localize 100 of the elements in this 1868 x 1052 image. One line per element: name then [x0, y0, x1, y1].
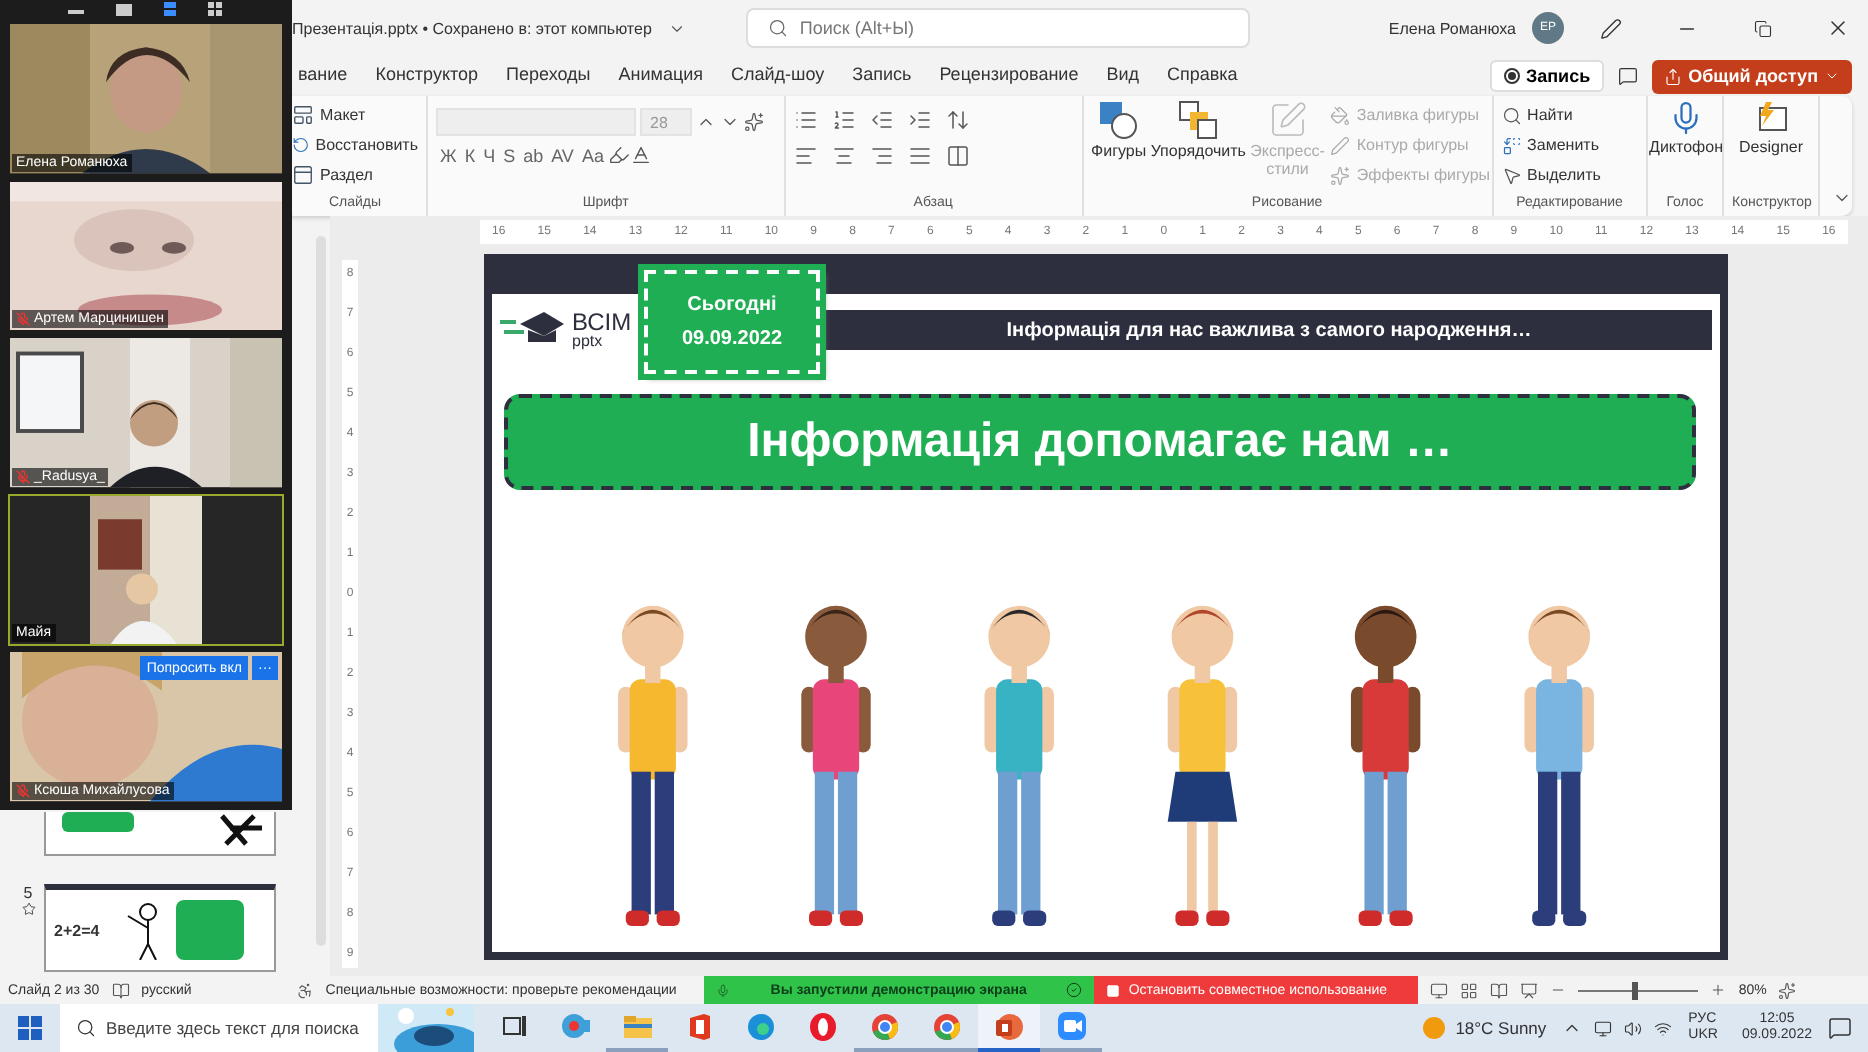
restore-icon [1753, 19, 1771, 37]
numbering-icon [831, 108, 856, 132]
sorter-view-icon [1460, 981, 1479, 999]
strip-view-icon[interactable] [164, 1, 176, 17]
share-icon [1664, 67, 1683, 85]
font-style-button[interactable]: ab [519, 145, 548, 165]
date-text: 09.09.2022 [681, 328, 783, 350]
minimize-icon[interactable] [68, 5, 84, 13]
font-style-button[interactable]: К [460, 145, 480, 165]
fit-slide-icon [1778, 981, 1797, 999]
wifi-icon [1654, 1019, 1673, 1037]
sun-icon [1421, 1016, 1446, 1040]
caret-icon [1824, 68, 1840, 84]
zoom-in-icon [1710, 982, 1727, 998]
ribbon-tab[interactable]: Вид [1092, 56, 1153, 96]
microphone-icon [1668, 100, 1704, 136]
outdent-icon [869, 108, 894, 132]
ribbon-tab[interactable]: Справка [1153, 56, 1252, 96]
record-button[interactable]: Запись [1489, 60, 1605, 92]
ribbon-tab[interactable]: вание [284, 56, 362, 96]
font-style-button[interactable]: Ж [436, 145, 461, 165]
ribbon-command[interactable]: Выделить [1501, 160, 1638, 190]
quick-styles-icon [1267, 100, 1308, 140]
document-title: Презентація.pptx • Сохранено в: этот компьютер [292, 19, 652, 37]
search-icon [1501, 105, 1522, 125]
highlighter-icon [607, 144, 630, 166]
stop-icon [1106, 983, 1121, 997]
check-icon [1066, 982, 1083, 998]
speaker-view-icon[interactable] [116, 3, 132, 15]
normal-view-icon [1430, 981, 1449, 999]
ribbon-command[interactable]: Восстановить [292, 130, 418, 160]
font-style-button[interactable]: AV [547, 145, 578, 165]
formula-text: 2+2=4 [54, 921, 100, 939]
fill-icon [1330, 105, 1351, 125]
ribbon-tab[interactable]: Переходы [492, 56, 605, 96]
pen-icon [1599, 17, 1621, 39]
columns-icon [945, 144, 970, 168]
comment-icon [1618, 66, 1639, 86]
ribbon-tab[interactable]: Рецензирование [925, 56, 1093, 96]
taskbar-search-field[interactable]: Введите здесь текст для поиска [60, 1004, 474, 1052]
line-spacing-icon [945, 108, 970, 132]
mic-off-icon [16, 312, 30, 327]
search-field[interactable]: Поиск (Alt+Ы) [745, 8, 1250, 48]
accessibility-icon [295, 981, 314, 999]
logo-text: ВСІМ [572, 310, 632, 334]
mic-off-icon [16, 783, 30, 798]
date-label: Сьогодні [687, 294, 777, 316]
star-icon [21, 902, 35, 916]
notifications-icon [1828, 1016, 1852, 1040]
close-icon [1826, 16, 1850, 40]
office-icon [685, 1011, 713, 1041]
font-color-icon [629, 144, 652, 166]
ribbon-command[interactable]: Раздел [292, 160, 418, 190]
ribbon-tab[interactable]: Слайд-шоу [717, 56, 839, 96]
ribbon-command[interactable]: Найти [1501, 100, 1638, 130]
align-right-icon [869, 144, 894, 168]
ribbon-tab[interactable]: Запись [838, 56, 926, 96]
outline-icon [1330, 135, 1351, 155]
grid-view-icon[interactable] [208, 1, 224, 17]
mic-icon [716, 983, 731, 997]
spelling-icon [111, 981, 130, 999]
search-icon [767, 18, 788, 38]
ribbon-tab[interactable]: Анимация [604, 56, 717, 96]
ribbon-command[interactable]: Макет [292, 100, 418, 130]
video-app-icon [1055, 1010, 1087, 1042]
slide-thumbnail[interactable]: 2+2=4 [44, 884, 276, 972]
taskbar-search-placeholder: Введите здесь текст для поиска [106, 1018, 359, 1038]
folder-icon [621, 1013, 653, 1039]
slide-number: 5 [23, 884, 33, 902]
chrome-icon [932, 1011, 962, 1041]
display-icon [1594, 1019, 1613, 1037]
indent-icon [907, 108, 932, 132]
windows-logo-icon [18, 1016, 42, 1040]
chrome-icon [870, 1011, 900, 1041]
layout-icon [292, 104, 314, 126]
ribbon-tab[interactable]: Конструктор [361, 56, 493, 96]
font-style-button[interactable]: Ч [479, 145, 500, 165]
pointer-icon [1501, 165, 1522, 185]
logo-subtext: pptx [572, 334, 605, 350]
card-icon [175, 900, 244, 960]
slide-heading: Інформація допомагає нам … [504, 394, 1696, 490]
speaker-icon [1624, 1019, 1643, 1037]
zoom-thumb[interactable] [1632, 981, 1639, 999]
reading-view-icon [1490, 981, 1509, 999]
mic-off-icon [16, 469, 30, 484]
designer-button[interactable]: Designer [1732, 100, 1810, 196]
share-button[interactable]: Общий доступ [1652, 59, 1852, 93]
align-center-icon [831, 144, 856, 168]
task-view-icon [499, 1014, 527, 1038]
ribbon-command[interactable]: Фигуры [1091, 100, 1147, 196]
ribbon-command[interactable]: Заменить [1501, 130, 1638, 160]
record-icon [1503, 68, 1520, 84]
taskbar-app[interactable] [978, 1004, 1040, 1052]
opera-icon [808, 1011, 838, 1041]
justify-icon [907, 144, 932, 168]
slide-thumbnail[interactable] [44, 812, 276, 856]
section-icon [292, 164, 314, 186]
ribbon-command[interactable]: Упорядочить [1152, 100, 1245, 196]
font-style-button[interactable]: Aa [577, 145, 608, 165]
font-style-button[interactable]: S [499, 145, 520, 165]
